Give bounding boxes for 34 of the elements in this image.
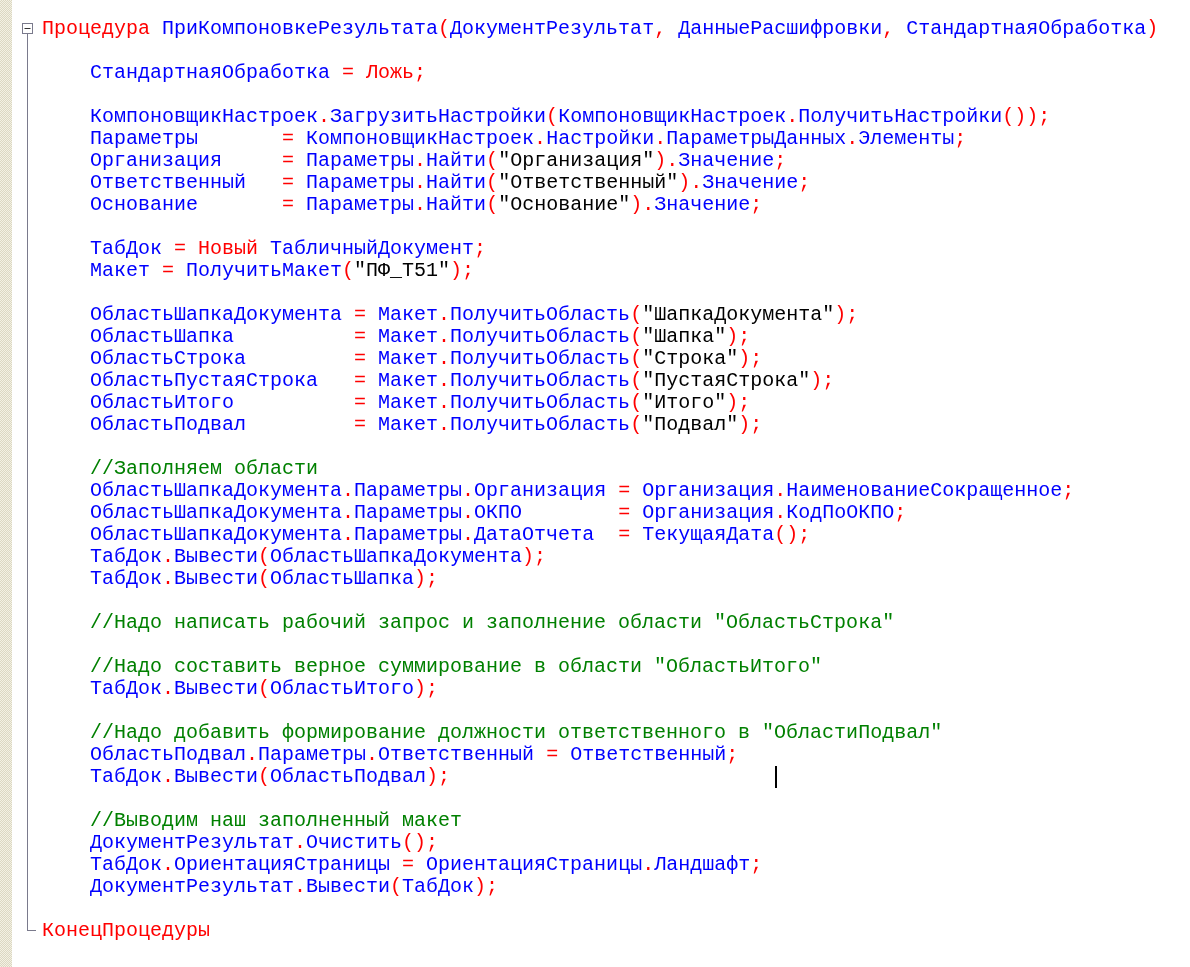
code-line: ОбластьПустаяСтрока = Макет.ПолучитьОбласть("ПустаяСтрока"); xyxy=(90,370,835,392)
code-line: ОбластьПодвал.Параметры.Ответственный = Ответственный; xyxy=(90,744,739,766)
code-comment: //Надо добавить формирование должности ответственного в "ОбластиПодвал" xyxy=(90,722,943,744)
code-line: ОбластьСтрока = Макет.ПолучитьОбласть("Строка"); xyxy=(90,348,763,370)
code-line: ОбластьШапкаДокумента.Параметры.ДатаОтчета = ТекущаяДата(); xyxy=(90,524,811,546)
code-line: ТабДок.ОриентацияСтраницы = ОриентацияСтраницы.Ландшафт; xyxy=(90,854,763,876)
code-line: ТабДок.Вывести(ОбластьШапка); xyxy=(90,568,439,590)
code-line: ОбластьШапкаДокумента.Параметры.Организация = Организация.НаименованиеСокращенное; xyxy=(90,480,1075,502)
code-line: ТабДок = Новый ТабличныйДокумент; xyxy=(90,238,487,260)
code-line: ДокументРезультат.Очистить(); xyxy=(90,832,439,854)
collapse-toggle[interactable] xyxy=(22,23,33,34)
code-line: КомпоновщикНастроек.ЗагрузитьНастройки(КомпоновщикНастроек.ПолучитьНастройки()); xyxy=(90,106,1051,128)
code-line: ОбластьШапкаДокумента = Макет.ПолучитьОбласть("ШапкаДокумента"); xyxy=(90,304,859,326)
code-line: СтандартнаяОбработка = Ложь; xyxy=(90,62,427,84)
code-line: Ответственный = Параметры.Найти("Ответственный").Значение; xyxy=(90,172,811,194)
code-line: Процедура ПриКомпоновкеРезультата(ДокументРезультат, ДанныеРасшифровки, СтандартнаяОбработка) xyxy=(42,18,1159,40)
code-comment: //Надо составить верное суммирование в области "ОбластьИтого" xyxy=(90,656,823,678)
code-line: ОбластьПодвал = Макет.ПолучитьОбласть("Подвал"); xyxy=(90,414,763,436)
code-line: ОбластьИтого = Макет.ПолучитьОбласть("Итого"); xyxy=(90,392,751,414)
code-line: ТабДок.Вывести(ОбластьИтого); xyxy=(90,678,439,700)
code-line: ДокументРезультат.Вывести(ТабДок); xyxy=(90,876,499,898)
code-line: Организация = Параметры.Найти("Организация").Значение; xyxy=(90,150,787,172)
code-line: Основание = Параметры.Найти("Основание").Значение; xyxy=(90,194,763,216)
code-comment: //Выводим наш заполненный макет xyxy=(90,810,463,832)
code-line: Макет = ПолучитьМакет("ПФ_Т51"); xyxy=(90,260,475,282)
code-line: ТабДок.Вывести(ОбластьПодвал); xyxy=(90,766,451,788)
code-comment: //Надо написать рабочий запрос и заполнение области "ОбластьСтрока" xyxy=(90,612,895,634)
code-line: ТабДок.Вывести(ОбластьШапкаДокумента); xyxy=(90,546,547,568)
code-line: ОбластьШапка = Макет.ПолучитьОбласть("Шапка"); xyxy=(90,326,751,348)
code-line: Параметры = КомпоновщикНастроек.Настройки.ПараметрыДанных.Элементы; xyxy=(90,128,967,150)
code-comment: //Заполняем области xyxy=(90,458,319,480)
code-line: ОбластьШапкаДокумента.Параметры.ОКПО = Организация.КодПоОКПО; xyxy=(90,502,907,524)
text-cursor xyxy=(775,766,777,788)
code-line: КонецПроцедуры xyxy=(42,920,211,942)
